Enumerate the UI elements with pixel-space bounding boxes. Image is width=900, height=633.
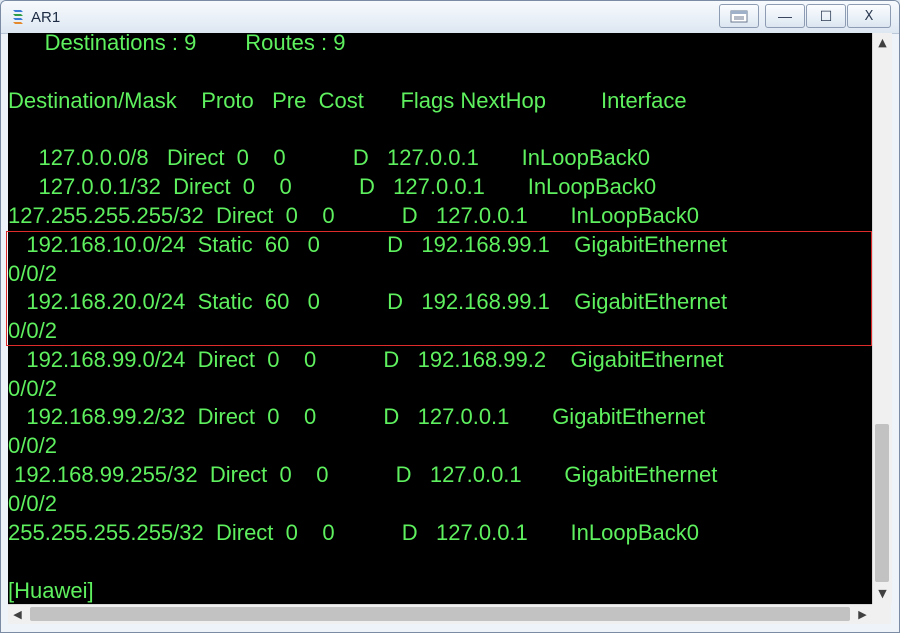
terminal-output[interactable]: Destinations : 9 Routes : 9 Destination/… (8, 33, 872, 604)
terminal-line: 192.168.20.0/24 Static 60 0 D 192.168.99… (8, 289, 728, 314)
window-title: AR1 (31, 9, 61, 26)
minimize-button[interactable]: — (765, 4, 805, 28)
terminal-line: Destinations : 9 Routes : 9 (8, 33, 346, 55)
scroll-left-icon[interactable]: ◀ (8, 605, 27, 624)
vertical-scroll-thumb[interactable] (875, 424, 889, 582)
terminal-line: 0/0/2 (8, 318, 57, 343)
horizontal-scrollbar[interactable]: ◀ ▶ (8, 604, 872, 624)
title-bar[interactable]: AR1 — ☐ X (1, 1, 899, 34)
terminal-line: 127.0.0.1/32 Direct 0 0 D 127.0.0.1 InLo… (8, 174, 657, 199)
terminal-line: 127.255.255.255/32 Direct 0 0 D 127.0.0.… (8, 203, 699, 228)
terminal-line: 192.168.99.255/32 Direct 0 0 D 127.0.0.1… (8, 462, 718, 487)
terminal-line: Destination/Mask Proto Pre Cost Flags Ne… (8, 88, 687, 113)
maximize-button[interactable]: ☐ (806, 4, 846, 28)
terminal-line: 192.168.99.2/32 Direct 0 0 D 127.0.0.1 G… (8, 404, 706, 429)
terminal-line: 0/0/2 (8, 433, 57, 458)
horizontal-scroll-thumb[interactable] (30, 607, 850, 621)
vertical-scrollbar[interactable]: ▲ ▼ (872, 33, 892, 604)
scroll-up-icon[interactable]: ▲ (873, 33, 892, 53)
scrollbar-corner (872, 604, 891, 624)
terminal-line: 192.168.10.0/24 Static 60 0 D 192.168.99… (8, 232, 728, 257)
terminal-line: 255.255.255.255/32 Direct 0 0 D 127.0.0.… (8, 520, 699, 545)
terminal-line: [Huawei] (8, 578, 94, 603)
terminal-line: 0/0/2 (8, 491, 57, 516)
terminal-line: 0/0/2 (8, 376, 57, 401)
terminal-line: 0/0/2 (8, 261, 57, 286)
close-button[interactable]: X (847, 4, 891, 28)
scroll-down-icon[interactable]: ▼ (873, 584, 892, 604)
router-icon (10, 8, 26, 26)
terminal-line: 192.168.99.0/24 Direct 0 0 D 192.168.99.… (8, 347, 724, 372)
scroll-right-icon[interactable]: ▶ (853, 605, 872, 624)
restore-button[interactable] (719, 4, 759, 28)
terminal-line: 127.0.0.0/8 Direct 0 0 D 127.0.0.1 InLoo… (8, 145, 651, 170)
restore-icon (730, 10, 748, 23)
terminal-window: AR1 — ☐ X Destinations : 9 Routes : 9 De… (0, 0, 900, 633)
